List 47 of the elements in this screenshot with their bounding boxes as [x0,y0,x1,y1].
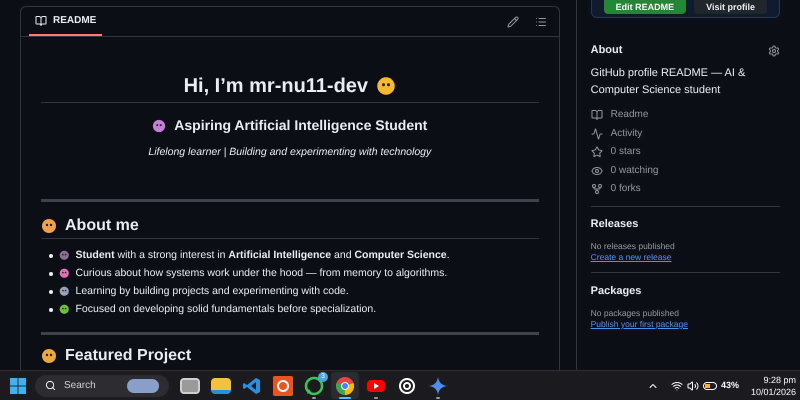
readme-subtitle: Aspiring Artificial Intelligence Student [174,117,428,134]
list-item-text: Student with a strong interest in Artificial Intelligence and Computer Science. [76,249,450,262]
speaker-icon[interactable] [686,380,699,392]
settings-icon[interactable] [768,44,780,56]
battery-percent: 43% [720,378,739,392]
book-icon [35,14,47,26]
section-heading: Featured Project [65,347,192,365]
list-item-text: Learning by building projects and experimenting with code. [76,285,349,298]
stat-link[interactable]: 0 stars [610,146,641,158]
fork-icon [590,183,603,195]
list-item-text: Focused on developing solid fundamentals before specialization. [76,303,376,316]
star-icon [590,146,603,158]
clock[interactable]: 9:28 pm 10/01/2026 [750,374,796,398]
pulse-icon [590,128,603,140]
windows-start-icon[interactable] [10,378,26,394]
taskbar-search-field[interactable]: Search [35,374,169,396]
folder-icon[interactable] [211,378,231,394]
readme-title: Hi, I’m mr-nu11-dev [184,74,368,98]
empty-note: No packages published [590,308,680,319]
ubuntu-icon[interactable] [273,376,293,396]
sidebar-heading: About [590,44,622,57]
edit-readme-button[interactable]: Edit README [604,0,686,14]
stat-link[interactable]: 0 forks [610,183,641,195]
battery-icon[interactable] [702,382,717,390]
search-icon [45,380,56,391]
task-view-icon[interactable] [180,378,200,394]
section-heading: About me [65,216,139,235]
browser-icon[interactable] [335,376,355,396]
eye-icon [590,164,603,176]
stat-link[interactable]: Activity [610,128,642,140]
sidebar-heading: Releases [590,218,638,231]
repo-description: GitHub profile README — AI & Computer Science student [590,66,746,98]
empty-note: No releases published [590,241,675,252]
create-link[interactable]: Create a new release [590,252,672,263]
stat-link[interactable]: 0 watching [610,164,658,176]
wifi-icon[interactable] [670,380,683,392]
code-editor-icon[interactable] [242,376,262,396]
edit-icon[interactable] [506,16,519,28]
visit-profile-button[interactable]: Visit profile [694,0,767,14]
sidebar-heading: Packages [590,285,642,298]
readme-tagline: Lifelong learner | Building and experimenting with technology [147,146,433,159]
create-link[interactable]: Publish your first package [590,319,688,330]
list-item-text: Curious about how systems work under the hood — from memory to algorithms. [76,267,448,280]
readme-tab[interactable]: README [29,7,102,36]
sparkle-icon[interactable] [428,376,448,396]
stat-link[interactable]: Readme [610,109,648,121]
book-icon [590,109,603,121]
